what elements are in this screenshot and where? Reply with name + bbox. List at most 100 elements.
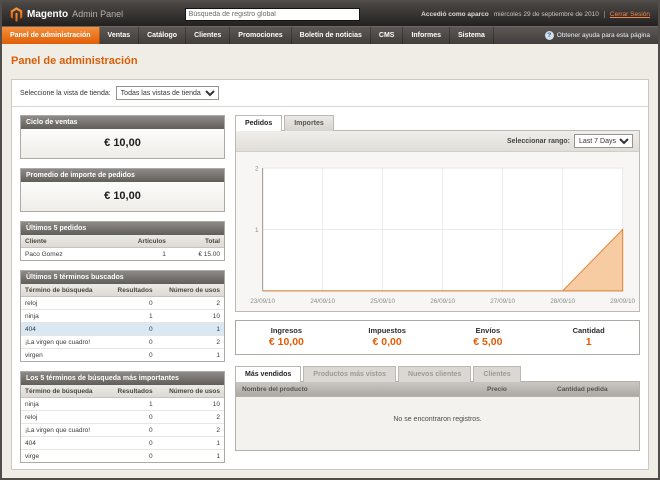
nav-item-cat-logo[interactable]: Catálogo: [139, 27, 186, 44]
chart-tab[interactable]: Importes: [284, 115, 334, 131]
logout-link[interactable]: Cerrar Sesión: [604, 11, 650, 18]
avg-order-value: € 10,00: [21, 182, 224, 211]
column-header: Total: [170, 235, 224, 248]
range-select[interactable]: Last 7 Days: [574, 134, 633, 148]
svg-text:26/09/10: 26/09/10: [430, 298, 455, 305]
table-row[interactable]: ¡La virgen que cuadro!02: [21, 424, 224, 437]
products-grid: Nombre del productoPrecioCantidad pedida…: [235, 381, 640, 451]
chart-tabs: PedidosImportes: [235, 115, 640, 131]
box-title: Últimos 5 términos buscados: [21, 271, 224, 284]
global-search: [131, 8, 413, 21]
table-row[interactable]: ninja110: [21, 310, 224, 323]
store-view-select[interactable]: Todas las vistas de tienda: [116, 86, 219, 100]
nav-item-ventas[interactable]: Ventas: [100, 27, 140, 44]
stat-cell: Ingresos€ 10,00: [236, 326, 337, 348]
grid-header-row: Nombre del productoPrecioCantidad pedida: [236, 382, 639, 396]
last-search-table: Término de búsquedaResultadosNúmero de u…: [21, 284, 224, 361]
grid-column-header: Cantidad pedida: [551, 382, 639, 396]
logo-brand-text: Magento: [27, 9, 68, 20]
help-icon: ?: [545, 31, 554, 40]
nav-item-informes[interactable]: Informes: [403, 27, 450, 44]
nav-item-bolet-n-de-noticias[interactable]: Boletín de noticias: [292, 27, 371, 44]
svg-text:25/09/10: 25/09/10: [370, 298, 395, 305]
box-title: Ciclo de ventas: [21, 116, 224, 129]
column-header: Artículos: [104, 235, 170, 248]
orders-chart-panel: Seleccionar rango: Last 7 Days 23/09/102…: [235, 130, 640, 312]
svg-text:24/09/10: 24/09/10: [310, 298, 335, 305]
range-bar: Seleccionar rango: Last 7 Days: [236, 131, 639, 152]
grid-tab: Nuevos clientes: [398, 366, 471, 382]
chart-area: 23/09/10 24/09/10 25/09/10 26/09/10 27/09/10…: [236, 152, 639, 311]
stat-cell: Envíos€ 5,00: [438, 326, 539, 348]
nav-item-promociones[interactable]: Promociones: [230, 27, 291, 44]
magento-logo[interactable]: Magento Admin Panel: [10, 7, 123, 22]
magento-admin-window: Magento Admin Panel Accedió como aparco …: [0, 0, 660, 480]
table-row[interactable]: Paco Gomez1€ 15.00: [21, 248, 224, 261]
top-search-terms-box: Los 5 términos de búsqueda más important…: [20, 371, 225, 463]
column-header: Número de usos: [157, 385, 224, 398]
dashboard-panel: Seleccione la vista de tienda: Todas las…: [11, 79, 649, 470]
table-row[interactable]: virgen01: [21, 349, 224, 362]
table-row[interactable]: reloj02: [21, 411, 224, 424]
sales-cycle-value: € 10,00: [21, 129, 224, 158]
table-row[interactable]: 40401: [21, 323, 224, 336]
top-search-table: Término de búsquedaResultadosNúmero de u…: [21, 385, 224, 462]
last-orders-table: ClienteArtículosTotalPaco Gomez1€ 15.00: [21, 235, 224, 260]
svg-text:29/09/10: 29/09/10: [610, 298, 635, 305]
dashboard-body: Ciclo de ventas € 10,00 Promedio de impo…: [12, 107, 648, 469]
table-row[interactable]: 40401: [21, 437, 224, 450]
column-header: Número de usos: [157, 284, 224, 297]
sales-cycle-box: Ciclo de ventas € 10,00: [20, 115, 225, 159]
chart-tab[interactable]: Pedidos: [235, 115, 282, 131]
nav-item-panel-de-administraci-n[interactable]: Panel de administración: [2, 27, 100, 44]
grid-tabs: Más vendidosProductos más vistosNuevos c…: [235, 366, 640, 382]
orders-chart: 23/09/10 24/09/10 25/09/10 26/09/10 27/09/10…: [240, 158, 635, 311]
grid-tab[interactable]: Más vendidos: [235, 366, 301, 382]
svg-text:23/09/10: 23/09/10: [250, 298, 275, 305]
svg-text:27/09/10: 27/09/10: [490, 298, 515, 305]
help-link[interactable]: Obtener ayuda para esta página: [557, 32, 650, 39]
grid-tab: Productos más vistos: [303, 366, 396, 382]
stat-cell: Impuestos€ 0,00: [337, 326, 438, 348]
global-search-input[interactable]: [185, 8, 360, 21]
page-title: Panel de administración: [11, 55, 649, 67]
column-header: Resultados: [107, 284, 156, 297]
totals-row: Ingresos€ 10,00Impuestos€ 0,00Envíos€ 5,…: [235, 320, 640, 355]
table-row[interactable]: reloj02: [21, 297, 224, 310]
right-column: PedidosImportes Seleccionar rango: Last …: [235, 115, 640, 461]
grid-tab: Clientes: [473, 366, 520, 382]
nav-item-cms[interactable]: CMS: [371, 27, 404, 44]
last-search-terms-box: Últimos 5 términos buscados Término de b…: [20, 270, 225, 362]
help-area: ? Obtener ayuda para esta página: [545, 27, 658, 44]
nav-items: Panel de administraciónVentasCatálogoCli…: [2, 27, 494, 44]
box-title: Los 5 términos de búsqueda más important…: [21, 372, 224, 385]
content-area: Panel de administración Seleccione la vi…: [2, 44, 658, 478]
magento-logo-icon: [10, 7, 23, 22]
main-nav: Panel de administraciónVentasCatálogoCli…: [2, 26, 658, 44]
last-orders-box: Últimos 5 pedidos ClienteArtículosTotalP…: [20, 221, 225, 261]
column-header: Término de búsqueda: [21, 284, 107, 297]
avg-order-box: Promedio de importe de pedidos € 10,00: [20, 168, 225, 212]
table-row[interactable]: virge01: [21, 450, 224, 463]
nav-item-clientes[interactable]: Clientes: [186, 27, 230, 44]
svg-text:28/09/10: 28/09/10: [550, 298, 575, 305]
column-header: Término de búsqueda: [21, 385, 107, 398]
logged-in-text: Accedió como aparco: [421, 11, 489, 18]
stat-cell: Cantidad1: [538, 326, 639, 348]
session-info: Accedió como aparco miércoles 29 de sept…: [421, 11, 650, 18]
box-title: Promedio de importe de pedidos: [21, 169, 224, 182]
store-view-label: Seleccione la vista de tienda:: [20, 90, 111, 97]
range-label: Seleccionar rango:: [507, 138, 570, 145]
logo-suffix-text: Admin Panel: [72, 9, 123, 19]
store-view-row: Seleccione la vista de tienda: Todas las…: [12, 80, 648, 107]
box-title: Últimos 5 pedidos: [21, 222, 224, 235]
date-text: miércoles 29 de septiembre de 2010: [494, 11, 599, 18]
table-row[interactable]: ninja110: [21, 398, 224, 411]
column-header: Resultados: [107, 385, 156, 398]
nav-item-sistema[interactable]: Sistema: [450, 27, 494, 44]
top-header: Magento Admin Panel Accedió como aparco …: [2, 2, 658, 26]
grid-column-header: Precio: [481, 382, 551, 396]
svg-text:1: 1: [255, 227, 259, 234]
column-header: Cliente: [21, 235, 104, 248]
table-row[interactable]: ¡La virgen que cuadro!02: [21, 336, 224, 349]
